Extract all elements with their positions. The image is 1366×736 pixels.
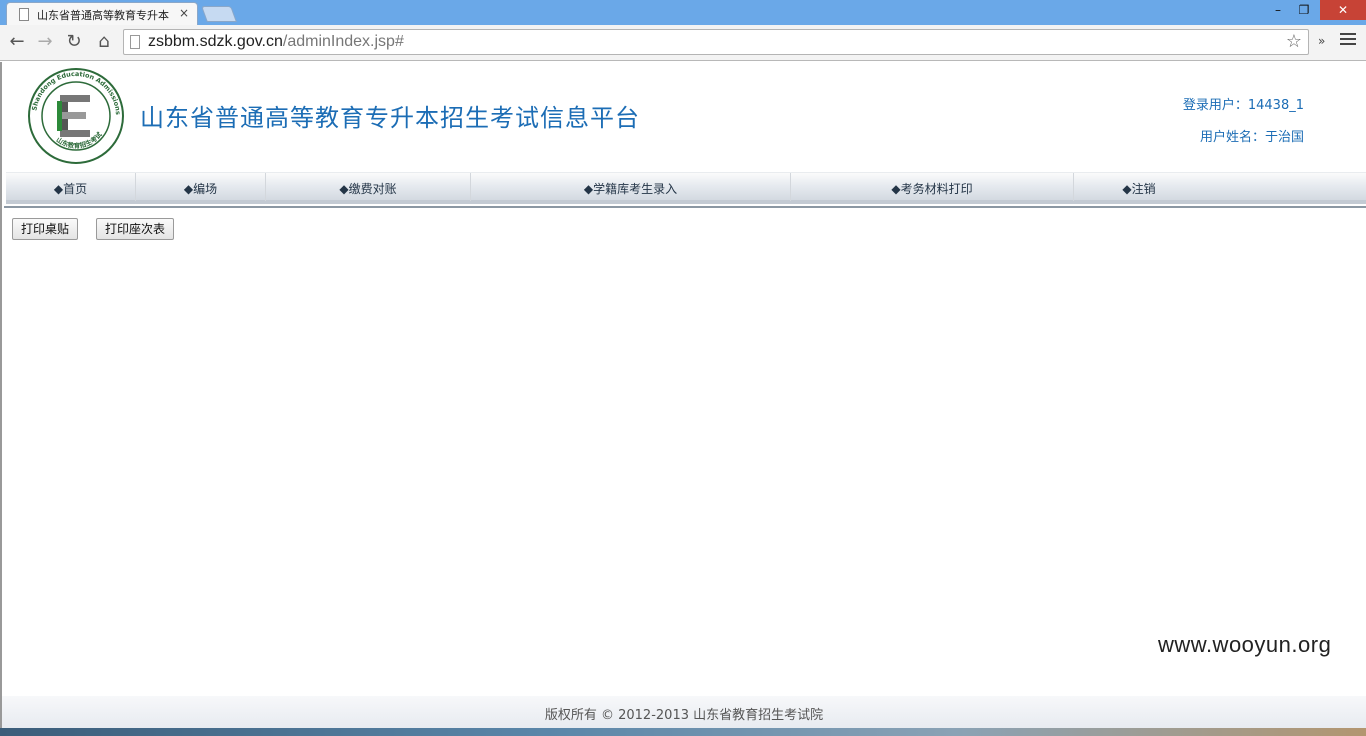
browser-menu-icon[interactable] [1340, 33, 1356, 49]
reload-icon[interactable]: ↻ [62, 30, 86, 54]
back-icon[interactable]: ← [5, 30, 29, 54]
home-icon[interactable]: ⌂ [92, 30, 116, 54]
main-navbar: ◆首页 ◆编场 ◆缴费对账 ◆学籍库考生录入 ◆考务材料打印 ◆注销 [6, 172, 1366, 204]
site-title: 山东省普通高等教育专升本招生考试信息平台 [140, 104, 640, 132]
nav-divider [4, 206, 1366, 208]
nav-item-logout[interactable]: ◆注销 [1074, 173, 1204, 201]
browser-titlebar: 山东省普通高等教育专升本 × – ❐ ✕ [0, 0, 1366, 26]
user-name: 用户姓名：于治国 [1199, 130, 1304, 145]
address-bar[interactable]: zsbbm.sdzk.gov.cn/adminIndex.jsp# ☆ [123, 29, 1309, 55]
forward-icon[interactable]: → [33, 30, 57, 54]
copyright-text: 版权所有 © 2012-2013 山东省教育招生考试院 [544, 708, 824, 723]
window-restore-button[interactable]: ❐ [1292, 0, 1316, 20]
window-minimize-button[interactable]: – [1266, 0, 1290, 20]
url-host: zsbbm.sdzk.gov.cn/adminIndex.jsp# [148, 33, 404, 50]
print-desk-labels-button[interactable]: 打印桌贴 [12, 218, 79, 240]
nav-item-print-materials[interactable]: ◆考务材料打印 [791, 173, 1074, 201]
extensions-chevron-icon[interactable]: » [1318, 34, 1325, 48]
page-icon [19, 8, 29, 21]
nav-item-student-entry[interactable]: ◆学籍库考生录入 [471, 173, 791, 201]
tab-title: 山东省普通高等教育专升本 [37, 9, 169, 22]
watermark-text: www.wooyun.org [1158, 632, 1332, 657]
nav-item-payment-reconcile[interactable]: ◆缴费对账 [266, 173, 471, 201]
nav-item-home[interactable]: ◆首页 [6, 173, 136, 201]
nav-item-arrange-rooms[interactable]: ◆编场 [136, 173, 266, 201]
page-icon [130, 35, 140, 49]
sdzk-logo: Shandong Education Admissions & Examinat… [26, 67, 124, 164]
login-user: 登录用户：14438_1 [1182, 98, 1304, 113]
window-close-button[interactable]: ✕ [1320, 0, 1366, 20]
print-seating-chart-button[interactable]: 打印座次表 [96, 218, 175, 240]
browser-toolbar: ← → ↻ ⌂ zsbbm.sdzk.gov.cn/adminIndex.jsp… [0, 25, 1366, 61]
user-info: 登录用户：14438_1 用户姓名：于治国 [1183, 90, 1304, 154]
browser-tab-active[interactable]: 山东省普通高等教育专升本 × [6, 2, 198, 26]
bookmark-star-icon[interactable]: ☆ [1286, 31, 1302, 52]
os-taskbar [0, 728, 1366, 736]
url-path: /adminIndex.jsp# [282, 33, 404, 50]
site-header: Shandong Education Admissions & Examinat… [2, 62, 1366, 172]
new-tab-button[interactable] [201, 6, 237, 22]
tab-close-icon[interactable]: × [179, 6, 189, 20]
